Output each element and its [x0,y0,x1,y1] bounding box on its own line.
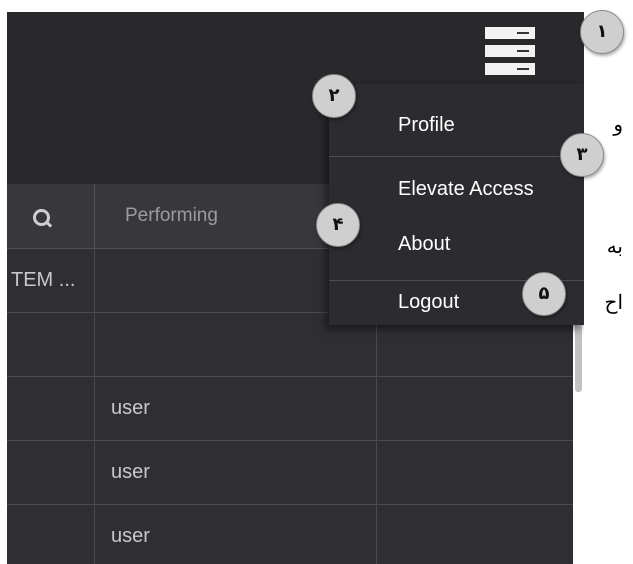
callout-badge-4: ۴ [316,203,360,247]
callout-badge-3: ۳ [560,133,604,177]
table-cell: user [95,505,377,564]
menu-item-elevate-access[interactable]: Elevate Access [329,157,584,217]
table-row[interactable]: user [7,377,584,441]
table-cell [7,441,95,504]
table-cell [7,313,95,376]
menu-item-label: Logout [398,291,460,313]
callout-badge-1: ۱ [580,10,624,54]
search-icon[interactable] [33,209,50,226]
table-cell [7,377,95,440]
table-cell [7,505,95,564]
hamburger-menu-icon[interactable] [485,27,535,75]
callout-badge-2: ۲ [312,74,356,118]
side-text: و [613,112,623,136]
side-text: به [606,234,623,258]
menu-item-label: Elevate Access [398,178,534,200]
menu-item-label: About [398,233,451,255]
menu-item-profile[interactable]: Profile [329,84,584,156]
top-bar [7,12,584,82]
search-column-header[interactable] [7,184,95,248]
menu-item-label: Profile [398,114,455,136]
table-cell: user [95,441,377,504]
table-cell: TEM ... [7,249,95,312]
table-row[interactable]: user [7,441,584,505]
callout-badge-5: ۵ [522,272,566,316]
table-row[interactable]: user [7,505,584,564]
app-window: Performing TEM ... user user user Profil… [7,12,584,564]
menu-item-about[interactable]: About [329,217,584,273]
table-cell: user [95,377,377,440]
side-text: اح [604,290,623,314]
